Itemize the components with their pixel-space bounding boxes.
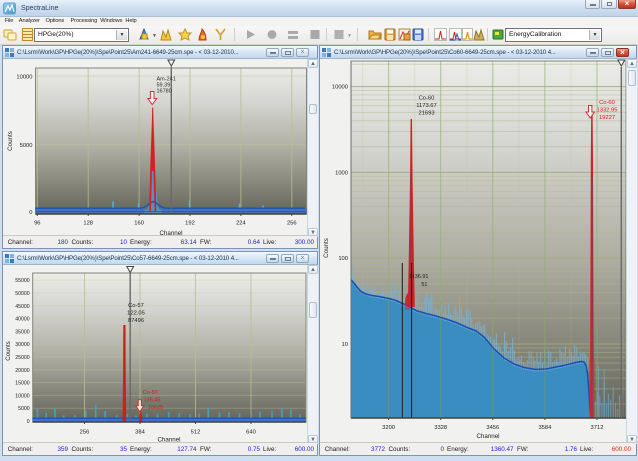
svg-text:100: 100: [338, 256, 348, 262]
svg-text:87496: 87496: [128, 318, 144, 324]
svg-text:640: 640: [246, 430, 256, 436]
svg-text:15000: 15000: [15, 381, 30, 387]
svg-text:1332.95: 1332.95: [597, 107, 618, 113]
svg-text:3712: 3712: [591, 425, 604, 431]
svg-text:96: 96: [34, 221, 40, 227]
svg-text:Co-60: Co-60: [419, 96, 435, 102]
svg-text:30000: 30000: [15, 342, 30, 348]
svg-text:45000: 45000: [15, 304, 30, 310]
svg-text:Counts: Counts: [323, 238, 330, 258]
svg-text:10: 10: [342, 342, 348, 348]
svg-text:3328: 3328: [434, 425, 447, 431]
svg-text:Co-60: Co-60: [599, 100, 615, 106]
svg-text:0: 0: [29, 210, 32, 216]
svg-text:35000: 35000: [15, 329, 30, 335]
svg-text:3200: 3200: [382, 425, 395, 431]
svg-text:51: 51: [421, 282, 427, 288]
svg-text:512: 512: [191, 430, 201, 436]
svg-text:3584: 3584: [538, 425, 552, 431]
svg-text:25000: 25000: [15, 355, 30, 361]
svg-text:256: 256: [287, 221, 297, 227]
svg-text:20000: 20000: [15, 368, 30, 374]
svg-text:128: 128: [83, 221, 93, 227]
svg-text:384: 384: [135, 430, 145, 436]
svg-text:122.05: 122.05: [127, 311, 145, 317]
svg-text:Channel: Channel: [476, 433, 499, 440]
svg-text:Co-57: Co-57: [143, 390, 158, 396]
svg-text:5000: 5000: [18, 406, 30, 412]
svg-text:10000: 10000: [16, 75, 32, 81]
svg-text:19227: 19227: [599, 115, 615, 121]
svg-text:1136.91: 1136.91: [409, 274, 428, 280]
svg-text:50000: 50000: [15, 291, 30, 297]
svg-text:1000: 1000: [335, 170, 348, 176]
svg-text:224: 224: [236, 221, 246, 227]
svg-text:160: 160: [134, 221, 144, 227]
svg-text:Co-57: Co-57: [128, 303, 144, 309]
svg-text:192: 192: [185, 221, 195, 227]
svg-text:5000: 5000: [20, 143, 33, 149]
svg-text:55000: 55000: [15, 278, 30, 284]
svg-text:256: 256: [80, 430, 90, 436]
svg-text:16780: 16780: [157, 89, 172, 95]
svg-text:Counts: Counts: [7, 131, 14, 151]
svg-text:Counts: Counts: [5, 341, 12, 361]
svg-text:21693: 21693: [418, 111, 434, 117]
svg-text:136.45: 136.45: [144, 397, 161, 403]
svg-text:3456: 3456: [486, 425, 499, 431]
svg-text:1173.67: 1173.67: [416, 103, 437, 109]
svg-text:40000: 40000: [15, 317, 30, 323]
svg-text:10000: 10000: [15, 393, 30, 399]
svg-text:10625: 10625: [148, 405, 163, 411]
svg-text:10000: 10000: [332, 85, 348, 91]
svg-text:0: 0: [27, 419, 30, 425]
